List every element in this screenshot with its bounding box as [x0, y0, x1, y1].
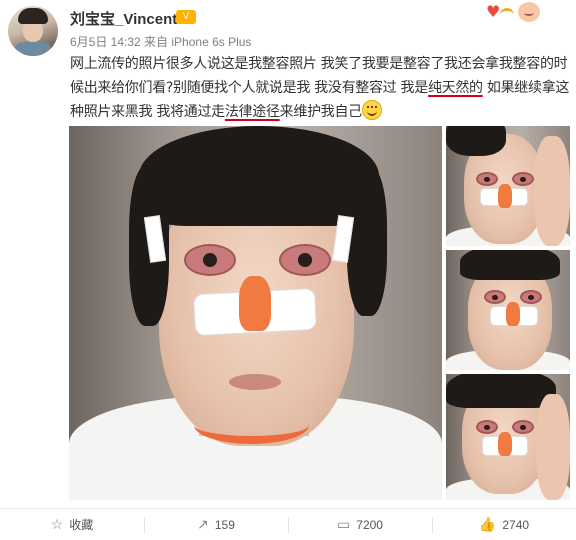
- photo-right-eye: [520, 290, 542, 304]
- photo-chin-tape: [194, 406, 309, 444]
- photo-right-eye: [512, 172, 534, 186]
- like-button[interactable]: 👍 2740: [432, 509, 576, 540]
- photo-lips: [229, 374, 281, 390]
- photo-left-eye: [476, 172, 498, 186]
- photo-left-eye: [484, 290, 506, 304]
- photo-left-eye: [184, 244, 236, 276]
- avatar-shirt: [14, 42, 52, 56]
- favorite-button[interactable]: ☆ 收藏: [0, 509, 144, 540]
- comment-count: 7200: [356, 517, 383, 532]
- side-photo-1[interactable]: [446, 126, 570, 246]
- avatar[interactable]: [8, 6, 58, 56]
- post-meta: 6月5日 14:32 来自 iPhone 6s Plus: [70, 35, 252, 49]
- photo-hair: [139, 126, 379, 226]
- repost-count: 159: [214, 517, 235, 532]
- photo-left-eye: [476, 420, 498, 434]
- photo-nose-tape-orange: [498, 432, 512, 456]
- post-text-part3: 来维护我自己: [279, 104, 363, 120]
- star-icon: ☆: [50, 516, 64, 532]
- comment-icon: ▭: [337, 516, 351, 532]
- photo-nose-tape-orange: [498, 184, 512, 208]
- smile-icon: [361, 100, 382, 120]
- username[interactable]: 刘宝宝_Vincent: [70, 8, 177, 29]
- favorite-label: 收藏: [69, 518, 94, 532]
- photo-hair-right: [347, 166, 387, 316]
- action-bar: ☆ 收藏 ↗ 159 ▭ 7200 👍 2740: [0, 509, 576, 540]
- pet-face-icon: [518, 2, 540, 22]
- main-photo[interactable]: [69, 126, 442, 500]
- photo-right-eye: [279, 244, 331, 276]
- photo-hair: [460, 250, 560, 280]
- photo-right-eye: [512, 420, 534, 434]
- comment-button[interactable]: ▭ 7200: [288, 509, 432, 540]
- repost-button[interactable]: ↗ 159: [144, 509, 288, 540]
- side-photo-3[interactable]: [446, 374, 570, 500]
- post-text: 网上流传的照片很多人说这是我整容照片 我笑了我要是整容了我还会拿我整容的时候出来…: [70, 52, 570, 124]
- avatar-hair: [18, 8, 48, 24]
- underlined-phrase-legal: 法律途径: [224, 104, 280, 120]
- photo-nose-tape-orange: [239, 276, 271, 331]
- repost-icon: ↗: [197, 516, 209, 532]
- photo-hair: [446, 126, 506, 156]
- vip-badge-icon: V: [176, 10, 196, 24]
- like-icon: 👍: [478, 516, 497, 532]
- like-count: 2740: [502, 517, 530, 532]
- photo-hand: [534, 136, 570, 246]
- photo-hair: [446, 374, 556, 408]
- rainbow-icon: [500, 8, 514, 19]
- side-photo-2[interactable]: [446, 250, 570, 370]
- corner-icons: ♥: [486, 2, 546, 24]
- photo-hand: [536, 394, 570, 500]
- underlined-phrase-natural: 纯天然的: [427, 80, 483, 96]
- photo-nose-tape-orange: [506, 302, 520, 326]
